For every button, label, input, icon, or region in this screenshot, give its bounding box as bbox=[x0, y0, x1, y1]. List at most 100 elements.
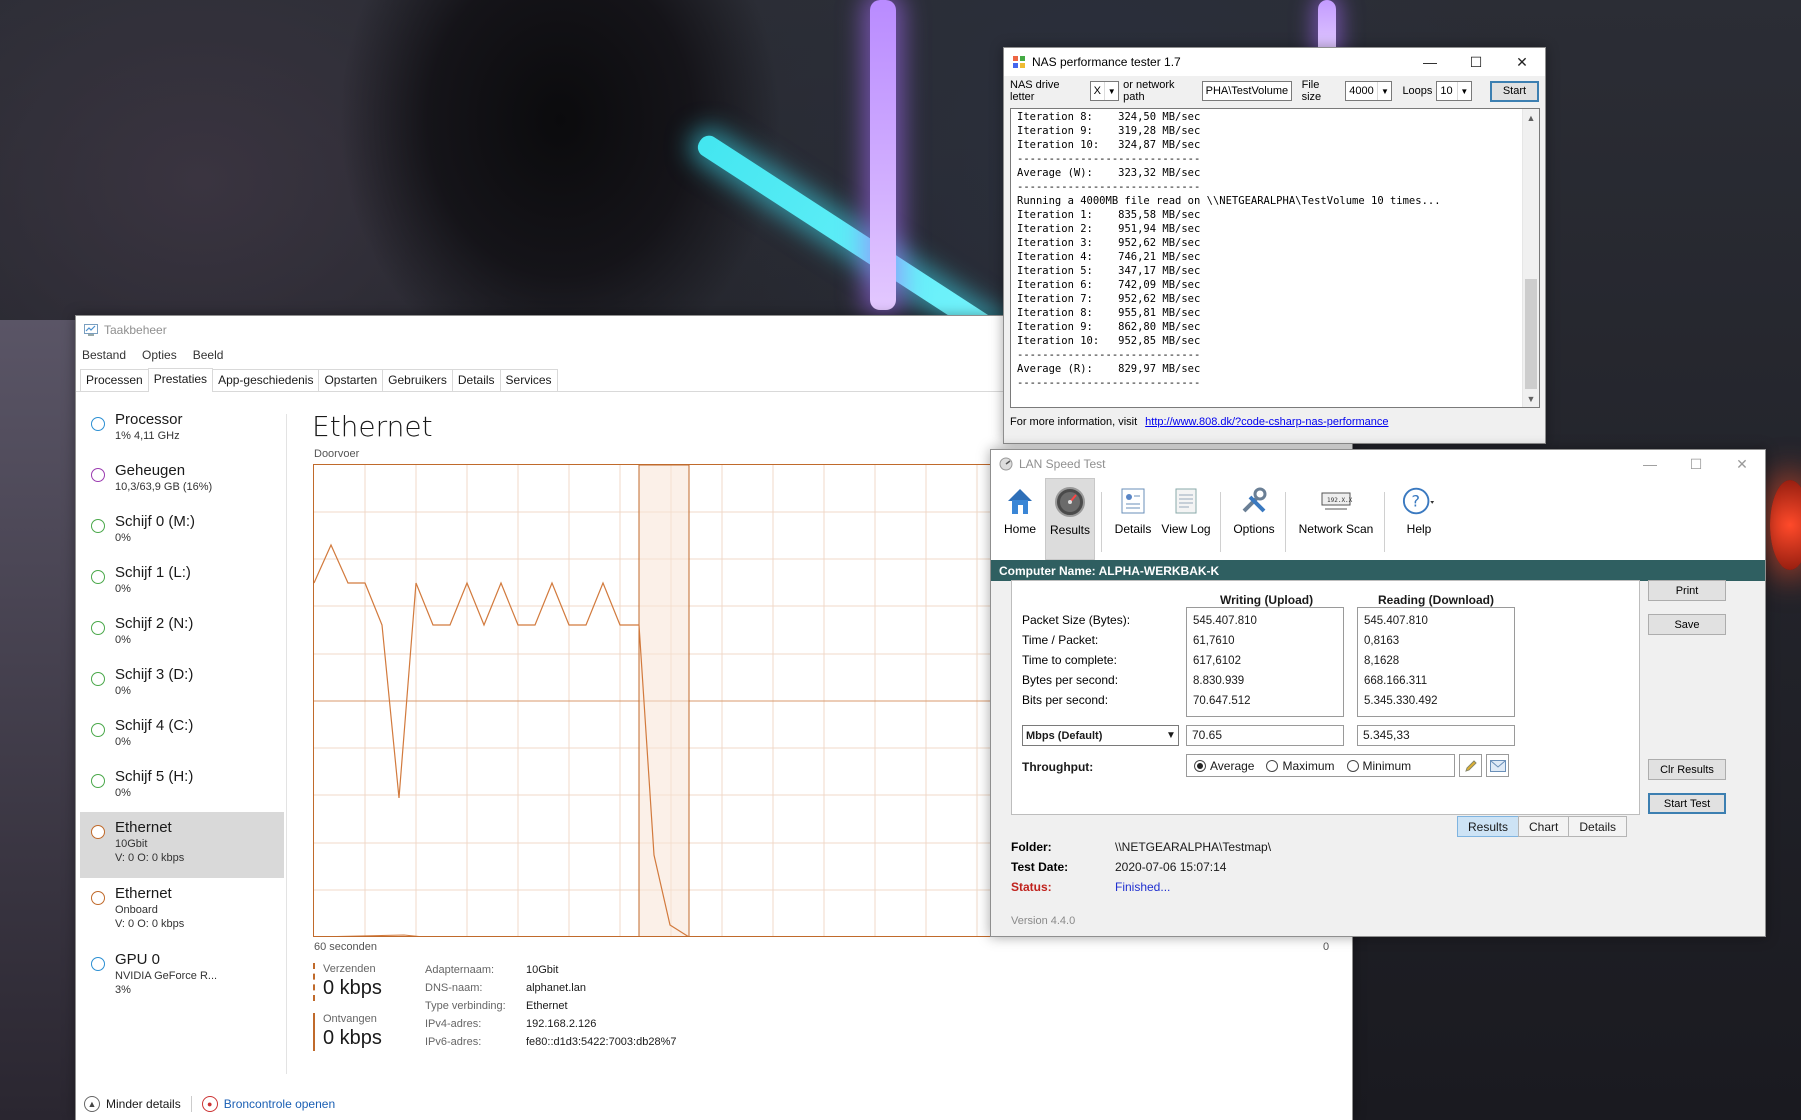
disk-status-icon bbox=[91, 621, 105, 635]
send-stat: Verzenden 0 kbps bbox=[313, 963, 382, 1001]
resource-item-disk-0[interactable]: Schijf 0 (M:) 0% bbox=[80, 506, 284, 557]
home-icon bbox=[1003, 484, 1037, 518]
ribbon-divider bbox=[1384, 492, 1385, 552]
log-scrollbar[interactable]: ▲ ▼ bbox=[1522, 109, 1539, 407]
scroll-up-icon[interactable]: ▲ bbox=[1523, 109, 1539, 126]
maximize-icon[interactable]: ☐ bbox=[1673, 450, 1719, 478]
row-label-bits-per-second: Bits per second: bbox=[1022, 693, 1109, 707]
background-blur bbox=[0, 320, 80, 1120]
resource-item-ethernet-onboard[interactable]: Ethernet Onboard V: 0 O: 0 kbps bbox=[80, 878, 284, 944]
resource-item-disk-4[interactable]: Schijf 4 (C:) 0% bbox=[80, 710, 284, 761]
menu-beeld[interactable]: Beeld bbox=[193, 348, 224, 362]
svg-text:192.X.X: 192.X.X bbox=[1327, 497, 1353, 504]
radio-average[interactable]: Average bbox=[1194, 759, 1254, 773]
test-meta: Folder: \\NETGEARALPHA\Testmap\ Test Date… bbox=[1011, 840, 1271, 900]
resource-item-processor[interactable]: Processor 1% 4,11 GHz bbox=[80, 404, 284, 455]
lst-titlebar[interactable]: LAN Speed Test — ☐ ✕ bbox=[991, 450, 1765, 478]
scroll-down-icon[interactable]: ▼ bbox=[1523, 390, 1539, 407]
resource-item-gpu[interactable]: GPU 0 NVIDIA GeForce R... 3% bbox=[80, 944, 284, 1010]
open-resource-monitor-link[interactable]: Broncontrole openen bbox=[224, 1097, 335, 1111]
ribbon-home-button[interactable]: Home bbox=[997, 478, 1043, 560]
menu-opties[interactable]: Opties bbox=[142, 348, 177, 362]
resource-item-disk-3[interactable]: Schijf 3 (D:) 0% bbox=[80, 659, 284, 710]
menu-bestand[interactable]: Bestand bbox=[82, 348, 126, 362]
task-manager-icon bbox=[84, 323, 98, 337]
ribbon-view-log-button[interactable]: View Log bbox=[1158, 478, 1214, 560]
meta-row-status: Status: Finished... bbox=[1011, 880, 1271, 900]
minimize-icon[interactable]: — bbox=[1627, 450, 1673, 478]
drive-letter-select[interactable]: X ▼ bbox=[1089, 81, 1120, 101]
start-button[interactable]: Start bbox=[1489, 80, 1540, 102]
lst-app-icon bbox=[999, 457, 1013, 471]
resource-item-disk-1[interactable]: Schijf 1 (L:) 0% bbox=[80, 557, 284, 608]
lst-ribbon: Home Results Details View Log Options 19… bbox=[991, 478, 1765, 560]
network-path-input[interactable]: PHA\TestVolume bbox=[1201, 81, 1292, 101]
ribbon-details-button[interactable]: Details bbox=[1110, 478, 1156, 560]
tab-app-geschiedenis[interactable]: App-geschiedenis bbox=[212, 369, 320, 391]
tab-details[interactable]: Details bbox=[451, 369, 501, 391]
svg-text:?: ? bbox=[1411, 492, 1420, 511]
radio-maximum[interactable]: Maximum bbox=[1266, 759, 1335, 773]
lst-title: LAN Speed Test bbox=[1019, 457, 1106, 471]
resource-item-ethernet-10gbit[interactable]: Ethernet 10Gbit V: 0 O: 0 kbps bbox=[80, 812, 284, 878]
file-size-select[interactable]: 4000 ▼ bbox=[1345, 81, 1393, 101]
loops-select[interactable]: 10 ▼ bbox=[1436, 81, 1472, 101]
loops-label: Loops bbox=[1402, 85, 1433, 97]
chevron-up-icon[interactable]: ▲ bbox=[84, 1095, 100, 1112]
meta-row-folder: Folder: \\NETGEARALPHA\Testmap\ bbox=[1011, 840, 1272, 854]
computer-name-bar: Computer Name: ALPHA-WERKBAK-K bbox=[991, 560, 1765, 581]
radio-minimum[interactable]: Minimum bbox=[1346, 759, 1411, 773]
info-row: Adapternaam: 10Gbit bbox=[425, 964, 559, 976]
log-icon bbox=[1169, 484, 1203, 518]
nas-tester-window: NAS performance tester 1.7 — ☐ ✕ NAS dri… bbox=[1003, 47, 1546, 444]
email-icon[interactable] bbox=[1486, 754, 1509, 777]
edit-pencil-icon[interactable] bbox=[1459, 754, 1482, 777]
results-log[interactable]: Iteration 8: 324,50 MB/sec Iteration 9: … bbox=[1010, 108, 1540, 408]
nas-titlebar[interactable]: NAS performance tester 1.7 — ☐ ✕ bbox=[1004, 48, 1545, 76]
lan-speed-test-window: LAN Speed Test — ☐ ✕ Home Results Detail… bbox=[990, 449, 1766, 937]
column-header-writing: Writing (Upload) bbox=[1220, 593, 1314, 607]
neon-light-violet bbox=[870, 0, 896, 310]
processor-status-icon bbox=[91, 417, 105, 431]
more-info-link[interactable]: http://www.808.dk/?code-csharp-nas-perfo… bbox=[1145, 416, 1388, 428]
close-icon[interactable]: ✕ bbox=[1719, 450, 1765, 478]
resource-item-memory[interactable]: Geheugen 10,3/63,9 GB (16%) bbox=[80, 455, 284, 506]
results-panel: Writing (Upload) Reading (Download) Pack… bbox=[1011, 580, 1640, 815]
ribbon-network-scan-button[interactable]: 192.X.X Network Scan bbox=[1294, 478, 1378, 560]
nas-toolbar: NAS drive letter X ▼ or network path PHA… bbox=[1004, 78, 1545, 104]
graph-time-axis-label: 60 seconden bbox=[314, 941, 377, 953]
clear-results-button[interactable]: Clr Results bbox=[1648, 759, 1726, 780]
tab-processen[interactable]: Processen bbox=[80, 369, 149, 391]
ribbon-options-button[interactable]: Options bbox=[1229, 478, 1279, 560]
row-label-bytes-per-second: Bytes per second: bbox=[1022, 673, 1119, 687]
save-button[interactable]: Save bbox=[1648, 614, 1726, 635]
start-test-button[interactable]: Start Test bbox=[1648, 793, 1726, 814]
resource-item-disk-2[interactable]: Schijf 2 (N:) 0% bbox=[80, 608, 284, 659]
unit-select[interactable]: Mbps (Default) ▼ bbox=[1022, 725, 1179, 746]
reading-values: 545.407.810 0,8163 8,1628 668.166.311 5.… bbox=[1357, 607, 1515, 717]
graph-min-label: 0 bbox=[1323, 941, 1330, 953]
scroll-thumb[interactable] bbox=[1525, 279, 1537, 389]
minimize-icon[interactable]: — bbox=[1407, 48, 1453, 76]
view-tab-results[interactable]: Results bbox=[1457, 816, 1520, 837]
page-title: Ethernet bbox=[312, 410, 433, 443]
tab-gebruikers[interactable]: Gebruikers bbox=[382, 369, 453, 391]
close-icon[interactable]: ✕ bbox=[1499, 48, 1545, 76]
tab-opstarten[interactable]: Opstarten bbox=[318, 369, 384, 391]
view-tab-details[interactable]: Details bbox=[1568, 816, 1628, 837]
tab-services[interactable]: Services bbox=[499, 369, 558, 391]
footer-divider bbox=[190, 1095, 192, 1112]
ribbon-results-button[interactable]: Results bbox=[1045, 478, 1095, 560]
print-button[interactable]: Print bbox=[1648, 580, 1726, 601]
maximize-icon[interactable]: ☐ bbox=[1453, 48, 1499, 76]
view-tab-chart[interactable]: Chart bbox=[1518, 816, 1570, 837]
writing-values: 545.407.810 61,7610 617,6102 8.830.939 7… bbox=[1186, 607, 1344, 717]
memory-status-icon bbox=[91, 468, 105, 482]
receive-stat: Ontvangen 0 kbps bbox=[313, 1013, 382, 1051]
row-label-time-per-packet: Time / Packet: bbox=[1022, 633, 1099, 647]
tab-prestaties[interactable]: Prestaties bbox=[147, 368, 214, 392]
resource-item-disk-5[interactable]: Schijf 5 (H:) 0% bbox=[80, 761, 284, 812]
less-details-link[interactable]: Minder details bbox=[106, 1097, 181, 1111]
ribbon-help-button[interactable]: ? Help bbox=[1393, 478, 1445, 560]
view-tabs: Results Chart Details bbox=[1457, 816, 1628, 837]
